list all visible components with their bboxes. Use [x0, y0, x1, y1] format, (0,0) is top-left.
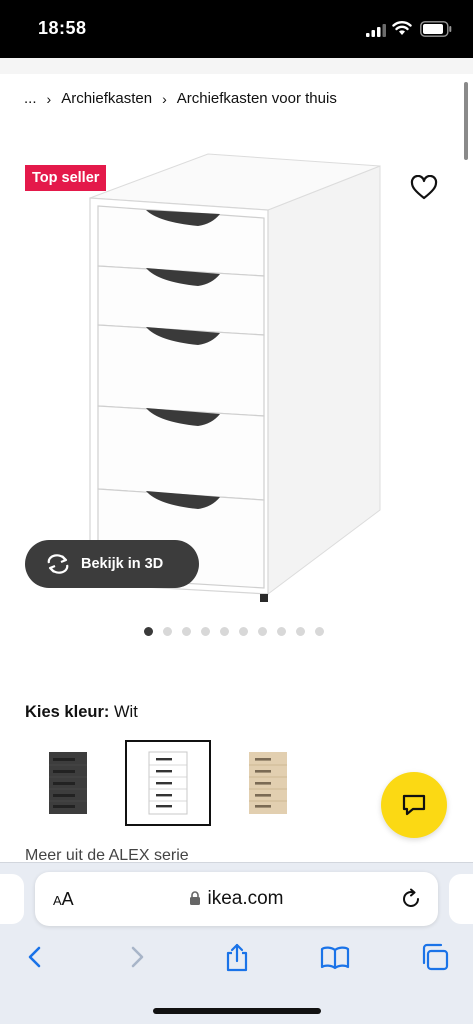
status-time: 18:58 — [38, 18, 87, 38]
scrollbar[interactable] — [464, 82, 468, 160]
carousel-dot[interactable] — [163, 627, 172, 636]
top-seller-badge: Top seller — [25, 165, 107, 191]
selected-color-value: Wit — [113, 703, 138, 721]
back-arrow-icon[interactable] — [20, 942, 50, 972]
breadcrumb: ... › Archiefkasten › Archiefkasten voor… — [24, 90, 337, 107]
breadcrumb-ellipsis[interactable]: ... — [24, 90, 37, 107]
view-3d-label: Bekijk in 3D — [81, 556, 164, 572]
reload-icon[interactable] — [400, 888, 422, 910]
bookmarks-icon[interactable] — [320, 942, 350, 972]
carousel-dot[interactable] — [315, 627, 324, 636]
next-tab-peek[interactable] — [449, 874, 473, 924]
color-chooser-title: Kies kleur: — [25, 703, 110, 721]
share-icon[interactable] — [222, 942, 252, 972]
status-bar: 18:58 — [0, 0, 473, 58]
view-3d-button[interactable]: Bekijk in 3D — [25, 540, 199, 588]
previous-tab-peek[interactable] — [0, 874, 24, 924]
carousel-dot[interactable] — [258, 627, 267, 636]
chat-button[interactable] — [381, 772, 447, 838]
carousel-dot[interactable] — [182, 627, 191, 636]
battery-icon — [420, 21, 452, 37]
image-carousel-dots[interactable] — [144, 627, 324, 636]
forward-arrow-icon[interactable] — [122, 942, 152, 972]
carousel-dot[interactable] — [296, 627, 305, 636]
heart-icon[interactable] — [410, 175, 438, 201]
url-text: ikea.com — [35, 888, 438, 910]
color-chooser-label: Kies kleur: Wit — [25, 703, 138, 722]
wifi-icon — [392, 21, 412, 35]
chevron-right-icon: › — [46, 90, 52, 107]
url-domain: ikea.com — [207, 888, 284, 909]
carousel-dot[interactable] — [277, 627, 286, 636]
breadcrumb-item-archiefkasten[interactable]: Archiefkasten — [61, 90, 152, 107]
home-indicator — [153, 1008, 321, 1014]
lock-icon — [190, 891, 201, 905]
chat-icon — [402, 794, 426, 816]
carousel-dot[interactable] — [144, 627, 153, 636]
carousel-dot[interactable] — [220, 627, 229, 636]
swatch-oak[interactable] — [225, 740, 311, 826]
product-image[interactable] — [88, 148, 388, 608]
signal-icon — [366, 24, 386, 37]
rotate-3d-icon — [47, 554, 69, 574]
browser-nav-toolbar — [0, 936, 473, 976]
swatch-white[interactable] — [125, 740, 211, 826]
tabs-icon[interactable] — [420, 942, 450, 972]
header-gap — [0, 58, 473, 74]
carousel-dot[interactable] — [201, 627, 210, 636]
breadcrumb-item-archiefkasten-voor-thuis[interactable]: Archiefkasten voor thuis — [177, 90, 337, 107]
carousel-dot[interactable] — [239, 627, 248, 636]
color-swatches — [25, 740, 325, 826]
address-bar[interactable]: AA ikea.com — [35, 872, 438, 926]
swatch-dark-grey[interactable] — [25, 740, 111, 826]
chevron-right-icon: › — [162, 90, 167, 107]
